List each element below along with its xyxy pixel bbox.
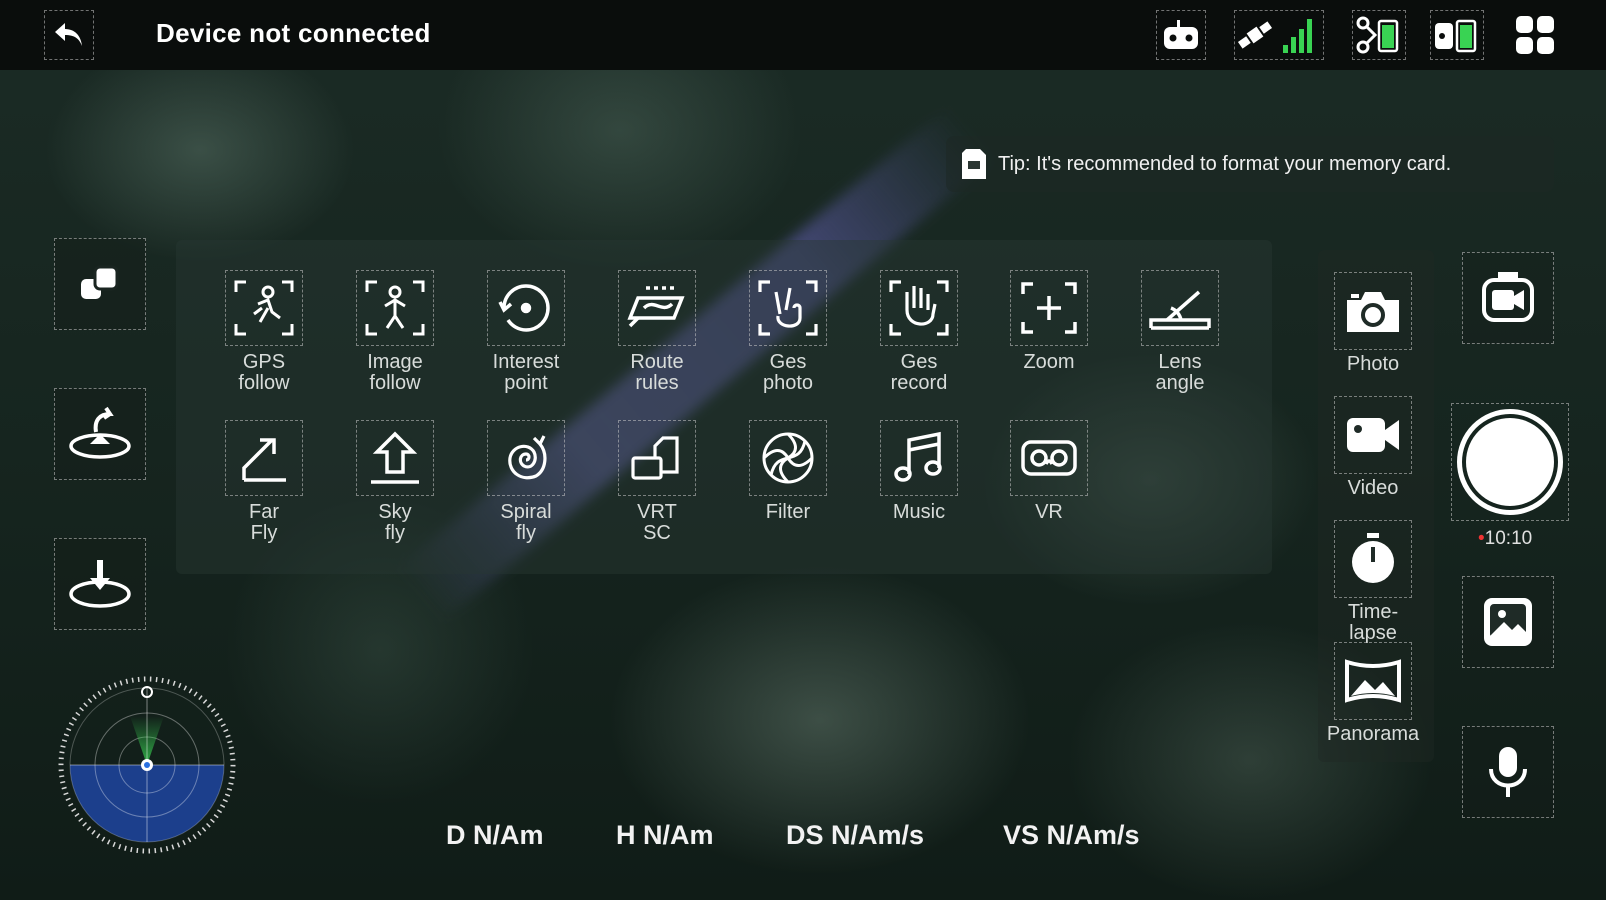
camera-mode-timelapse[interactable]: Time- lapse (1333, 520, 1413, 644)
radar-compass (58, 676, 236, 854)
record-timer-text: 10:10 (1484, 528, 1533, 549)
mode-interest-point[interactable]: Interest point (476, 270, 576, 394)
mode-label: GPS follow (238, 351, 290, 394)
sky-fly-icon (371, 431, 419, 484)
panorama-icon (1345, 659, 1401, 703)
memory-card-tip: Tip: It's recommended to format your mem… (946, 136, 1554, 192)
microphone-button[interactable] (1462, 726, 1554, 818)
camera-mode-photo[interactable]: Photo (1333, 272, 1413, 375)
vr-icon (1021, 440, 1077, 476)
connection-status-title: Device not connected (156, 18, 431, 48)
mode-label: Image follow (367, 351, 423, 394)
mode-label: Interest point (492, 351, 560, 394)
mode-label: VR (1035, 501, 1063, 523)
record-timer: •10:10 (1478, 528, 1532, 550)
gallery-button[interactable] (1462, 576, 1554, 668)
far-fly-icon (242, 438, 286, 482)
mode-gesture-photo[interactable]: Ges photo (738, 270, 838, 394)
shutter-ring (1457, 409, 1563, 515)
shutter-core (1466, 418, 1554, 506)
gallery-icon (1484, 598, 1532, 646)
camera-mode-label: Time- lapse (1347, 601, 1399, 644)
record-dot: • (1478, 528, 1485, 549)
landing-button[interactable] (54, 538, 146, 630)
sd-card-icon (962, 149, 986, 179)
vrt-sc-icon (631, 436, 679, 480)
mode-spiral-fly[interactable]: Spiral fly (476, 420, 576, 544)
telemetry-ds: DS N/Am/s (786, 820, 925, 850)
camera-mode-label: Video (1347, 477, 1399, 499)
return-home-icon (69, 406, 131, 459)
timer-icon (1352, 533, 1394, 583)
controller-battery-icon (1435, 19, 1477, 53)
video-icon (1347, 418, 1399, 452)
landing-icon (69, 560, 131, 608)
grid-menu-icon (1516, 16, 1554, 54)
music-icon (894, 431, 942, 482)
remote-controller-icon (1164, 20, 1198, 49)
mode-label: Lens angle (1155, 351, 1205, 394)
remote-controller-button[interactable] (1156, 10, 1206, 60)
mode-label: Sky fly (378, 501, 412, 544)
mode-vrt-sc[interactable]: VRT SC (607, 420, 707, 544)
mode-far-fly[interactable]: Far Fly (214, 420, 314, 544)
mode-label: Far Fly (249, 501, 279, 544)
mode-image-follow[interactable]: Image follow (345, 270, 445, 394)
zoom-icon (1021, 282, 1077, 334)
image-follow-icon (365, 280, 425, 336)
route-rules-icon (627, 286, 685, 328)
switch-view-button[interactable] (54, 238, 146, 330)
telemetry-distance: D N/Am (446, 820, 544, 850)
gimbal-camera-button[interactable] (1462, 252, 1554, 344)
camera-mode-label: Panorama (1326, 723, 1420, 745)
mode-gps-follow[interactable]: GPS follow (214, 270, 314, 394)
back-button[interactable] (44, 10, 94, 60)
interest-point-icon (498, 284, 550, 332)
filter-icon (762, 432, 814, 484)
mode-label: Music (892, 501, 946, 523)
shutter-button[interactable] (1451, 403, 1569, 521)
drone-battery-button[interactable] (1352, 10, 1406, 60)
telemetry-vs: VS N/Am/s (1003, 820, 1140, 850)
back-arrow-icon (55, 23, 82, 46)
satellite-signal-button[interactable] (1234, 10, 1324, 60)
camera-icon (1347, 292, 1399, 332)
return-home-button[interactable] (54, 388, 146, 480)
switch-view-icon (81, 265, 119, 299)
mode-vr[interactable]: VR (999, 420, 1099, 523)
spiral-fly-icon (508, 435, 547, 480)
satellite-signal-icon (1237, 19, 1312, 53)
flight-modes-panel (176, 240, 1272, 574)
mode-filter[interactable]: Filter (738, 420, 838, 523)
mode-label: Ges record (890, 351, 948, 394)
camera-mode-video[interactable]: Video (1333, 396, 1413, 499)
controller-battery-button[interactable] (1430, 10, 1484, 60)
mode-zoom[interactable]: Zoom (999, 270, 1099, 373)
microphone-icon (1489, 747, 1527, 797)
mode-lens-angle[interactable]: Lens angle (1130, 270, 1230, 394)
drone-battery-icon (1356, 16, 1399, 54)
gesture-record-icon (889, 280, 949, 336)
mode-label: Zoom (1023, 351, 1075, 373)
mode-label: Spiral fly (500, 501, 552, 544)
mode-sky-fly[interactable]: Sky fly (345, 420, 445, 544)
mode-gesture-record[interactable]: Ges record (869, 270, 969, 394)
mode-route-rules[interactable]: Route rules (607, 270, 707, 394)
mode-label: Ges photo (762, 351, 814, 394)
mode-music[interactable]: Music (869, 420, 969, 523)
gps-follow-icon (234, 280, 294, 336)
gimbal-camera-icon (1482, 272, 1534, 322)
tip-text: Tip: It's recommended to format your mem… (998, 152, 1452, 175)
telemetry-height: H N/Am (616, 820, 714, 850)
mode-label: Route rules (630, 351, 684, 394)
gesture-photo-icon (758, 280, 818, 336)
mode-label: Filter (765, 501, 811, 523)
lens-angle-icon (1149, 290, 1211, 330)
grid-menu-button[interactable] (1510, 10, 1560, 60)
mode-label: VRT SC (637, 501, 677, 544)
camera-mode-label: Photo (1346, 353, 1400, 375)
camera-mode-panorama[interactable]: Panorama (1327, 642, 1419, 745)
